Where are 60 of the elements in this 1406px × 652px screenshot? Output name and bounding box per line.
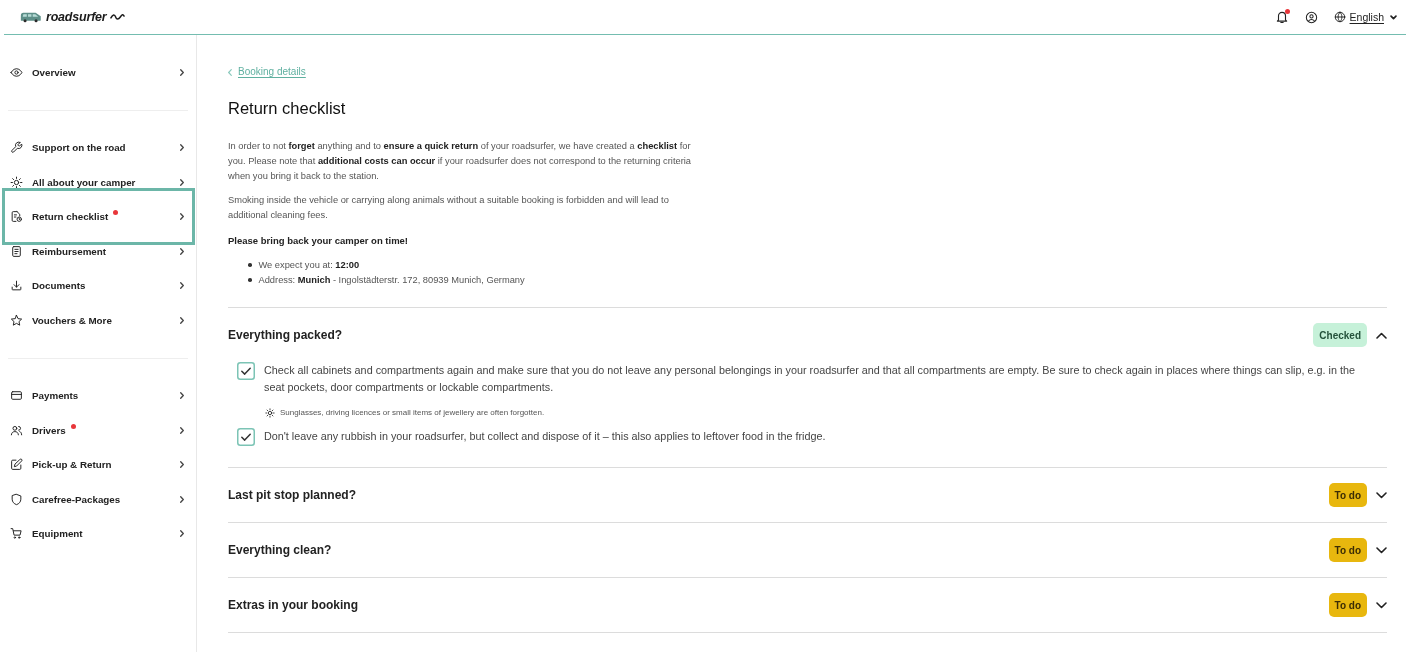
download-icon [10, 279, 23, 293]
chevron-right-icon [180, 178, 184, 186]
chevron-right-icon [180, 495, 184, 503]
document-clock-icon [10, 209, 23, 223]
sun-icon [10, 175, 23, 189]
chevron-right-icon [180, 316, 184, 324]
language-selector[interactable]: English [1333, 11, 1397, 23]
tip-text: Sunglasses, driving licences or small items of jewellery are often forgotten. [280, 407, 545, 419]
bullet-icon [248, 278, 252, 282]
detail-text: We expect you at: 12:00 [258, 258, 360, 272]
chevron-down-icon[interactable] [1376, 491, 1387, 499]
chevron-right-icon [180, 144, 184, 152]
chevron-right-icon [180, 282, 184, 290]
status-badge: Checked [1313, 323, 1367, 347]
document-icon [10, 244, 23, 258]
checkbox[interactable] [237, 362, 255, 380]
sidebar-item[interactable]: Return checklist [2, 187, 195, 245]
cart-icon [10, 527, 23, 541]
page-title: Return checklist [228, 98, 347, 119]
intro-paragraph: Smoking inside the vehicle or carrying along animals without a suitable booking is forbidden and will lead to additional cleaning fees. [228, 193, 670, 222]
checklist-text: Don't leave any rubbish in your roadsurfer, but collect and dispose of it – this also applies to leftover food in the fridge. [264, 429, 826, 444]
edit-icon [10, 458, 23, 472]
chevron-right-icon [180, 212, 184, 220]
logo-wordmark: roadsurfer [46, 10, 107, 24]
bullet-icon [248, 263, 252, 267]
detail-text: Address: Munich - Ingolstädterstr. 172, 80939 Munich, Germany [258, 273, 525, 287]
chevron-right-icon [180, 68, 184, 76]
intro-paragraph: In order to not forget anything and to ensure a quick return of your roadsurfer, we have created a checklist for you. Please note that additional costs can occur if your roadsurfer does not correspond to the returning criteria when you bring it back to the station. [228, 139, 692, 183]
status-badge: To do [1328, 593, 1367, 617]
chevron-right-icon [180, 426, 184, 434]
eye-icon [10, 65, 23, 79]
chevron-up-icon[interactable] [1376, 331, 1387, 339]
chevron-down-icon[interactable] [1376, 546, 1387, 554]
wrench-icon [10, 141, 23, 155]
chevron-right-icon [180, 392, 184, 400]
chevron-down-icon[interactable] [1376, 601, 1387, 609]
checkbox[interactable] [237, 428, 255, 446]
status-badge: To do [1328, 483, 1367, 507]
notification-bell-icon[interactable] [1274, 10, 1289, 24]
notice-text: Please bring back your camper on time! [228, 233, 410, 248]
credit-card-icon [10, 389, 23, 403]
section-title[interactable]: Extras in your booking [228, 598, 359, 612]
chevron-right-icon [180, 247, 184, 255]
chevron-right-icon [180, 530, 184, 538]
sun-icon [265, 408, 275, 418]
account-icon[interactable] [1304, 10, 1318, 24]
chevron-left-icon [228, 68, 232, 76]
status-badge: To do [1328, 538, 1367, 562]
checklist-text: Check all cabinets and compartments again and make sure that you do not leave any personal belongings in your roadsurfer and that all compartments are empty. Be sure to check again in places where things can slip, e.g. in the seat pockets, door compartments or lockable compartments. [264, 363, 1356, 395]
section-title[interactable]: Everything packed? [228, 328, 343, 342]
van-icon [20, 11, 42, 23]
chevron-down-icon [1390, 14, 1397, 20]
star-icon [10, 313, 23, 327]
globe-icon [1333, 11, 1346, 23]
shield-icon [10, 492, 23, 506]
chevron-right-icon [180, 461, 184, 469]
users-icon [10, 423, 23, 437]
section-title[interactable]: Everything clean? [228, 543, 332, 557]
wave-icon [109, 13, 125, 21]
section-title[interactable]: Last pit stop planned? [228, 488, 356, 502]
